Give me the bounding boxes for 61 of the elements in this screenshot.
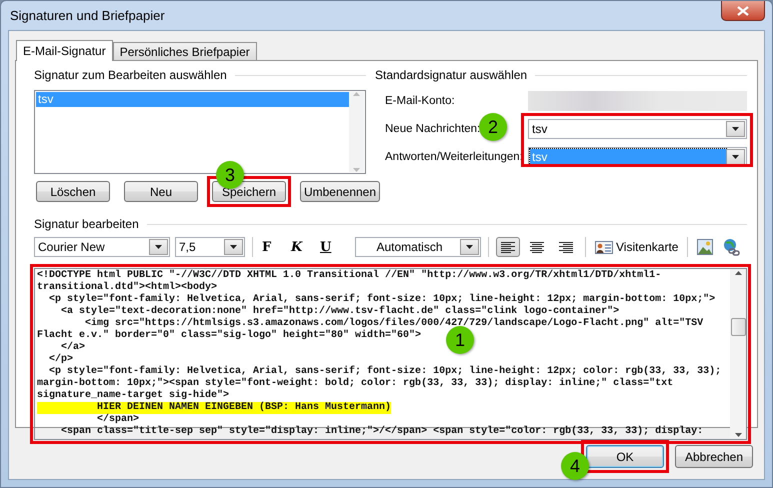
code-line: </p> bbox=[48, 354, 74, 366]
dropdown-value: tsv bbox=[530, 149, 726, 165]
contact-card-icon bbox=[595, 240, 613, 254]
dialog-button[interactable]: Abbrechen bbox=[675, 445, 753, 468]
dialog-button[interactable]: OK bbox=[586, 445, 664, 468]
field-label: Antworten/Weiterleitungen: bbox=[385, 151, 523, 163]
step-number-badge: 1 bbox=[446, 326, 474, 354]
code-line: <p style="font-family: Helvetica, Arial, sans-serif; font-size: 10px; line-height: 12px; margin-bottom: 10px;"> bbox=[48, 294, 716, 306]
code-line: transitional.dtd"><html><body> bbox=[37, 282, 218, 294]
caret-down-icon bbox=[466, 245, 473, 249]
format-button[interactable]: F bbox=[260, 240, 284, 254]
scroll-up-icon bbox=[353, 92, 360, 96]
step-number-badge: 3 bbox=[216, 161, 244, 189]
action-button[interactable]: Umbenennen bbox=[300, 181, 380, 202]
scroll-down-icon bbox=[353, 168, 360, 172]
dropdown[interactable]: tsv bbox=[528, 119, 747, 139]
scrollbar-thumb[interactable] bbox=[730, 318, 746, 336]
business-card-button[interactable]: Visitenkarte bbox=[593, 240, 680, 254]
caret-down-icon bbox=[155, 245, 162, 249]
code-line: <!DOCTYPE html PUBLIC "-//W3C//DTD XHTML 1.0 Transitional //EN" "http://www.w3.org/TR/xhtml1/DTD/xhtml1- bbox=[37, 270, 662, 282]
caret-down-icon bbox=[732, 155, 739, 159]
caret-down-icon bbox=[230, 245, 237, 249]
globe-link-icon bbox=[722, 238, 740, 256]
field-label: E-Mail-Konto: bbox=[385, 95, 455, 107]
scroll-up-icon bbox=[734, 271, 742, 275]
close-icon bbox=[737, 6, 749, 16]
group-heading: Signatur zum Bearbeiten auswählen bbox=[34, 68, 227, 82]
step-number-badge: 4 bbox=[561, 452, 589, 480]
code-line: <a style="text-decoration:none" href="http://www.tsv-flacht.de" class="clink logo-container"> bbox=[60, 306, 620, 318]
picture-icon bbox=[697, 239, 714, 255]
code-line: <span class="title-sep sep" style="display: inline;">/</span> <span style="color: rgb(33, 33, 33); display: bbox=[60, 426, 704, 438]
group-heading: Standardsignatur auswählen bbox=[375, 68, 528, 82]
code-line: <p style="font-family: Helvetica, Arial, sans-serif; font-size: 10px; line-height: 12px; color: rgb(33, 33, 33); bbox=[48, 366, 722, 378]
format-button[interactable]: K bbox=[289, 240, 313, 254]
caret-down-icon bbox=[732, 127, 739, 131]
dropdown-value: tsv bbox=[531, 121, 548, 137]
action-button[interactable]: Löschen bbox=[36, 181, 110, 202]
tab[interactable]: E-Mail-Signatur bbox=[16, 40, 113, 61]
font-color-dropdown[interactable]: Automatisch bbox=[355, 237, 481, 257]
action-button[interactable]: Neu bbox=[124, 181, 198, 202]
scroll-down-icon bbox=[734, 433, 742, 437]
code-line: Flacht e.v." border="0" class="sig-logo" height="80" width="60"> bbox=[37, 330, 422, 342]
code-line: </span> bbox=[96, 414, 140, 426]
align-left-button[interactable] bbox=[496, 237, 520, 257]
align-right-icon bbox=[559, 242, 573, 252]
insert-picture-button[interactable] bbox=[695, 239, 716, 255]
align-center-icon bbox=[530, 242, 544, 252]
action-button[interactable]: Speichern bbox=[212, 181, 286, 202]
font-size-dropdown[interactable]: 7,5 bbox=[175, 237, 245, 257]
code-line: </a> bbox=[60, 342, 86, 354]
align-left-icon bbox=[501, 242, 515, 252]
font-dropdown[interactable]: Courier New bbox=[34, 237, 170, 257]
format-button[interactable]: U bbox=[318, 240, 342, 254]
step-number-badge: 2 bbox=[479, 113, 507, 141]
tab[interactable]: Persönliches Briefpapier bbox=[112, 42, 257, 60]
window-title: Signaturen und Briefpapier bbox=[9, 8, 165, 23]
close-button[interactable] bbox=[721, 1, 765, 21]
field-label: Neue Nachrichten: bbox=[385, 123, 480, 135]
code-line: margin-bottom: 10px;"><span style="font-weight: bold; color: rgb(33, 33, 33); display: inline;" class="txt bbox=[37, 378, 674, 390]
group-heading: Signatur bearbeiten bbox=[34, 217, 139, 231]
code-line: signature_name-target sig-hide"> bbox=[37, 390, 230, 402]
